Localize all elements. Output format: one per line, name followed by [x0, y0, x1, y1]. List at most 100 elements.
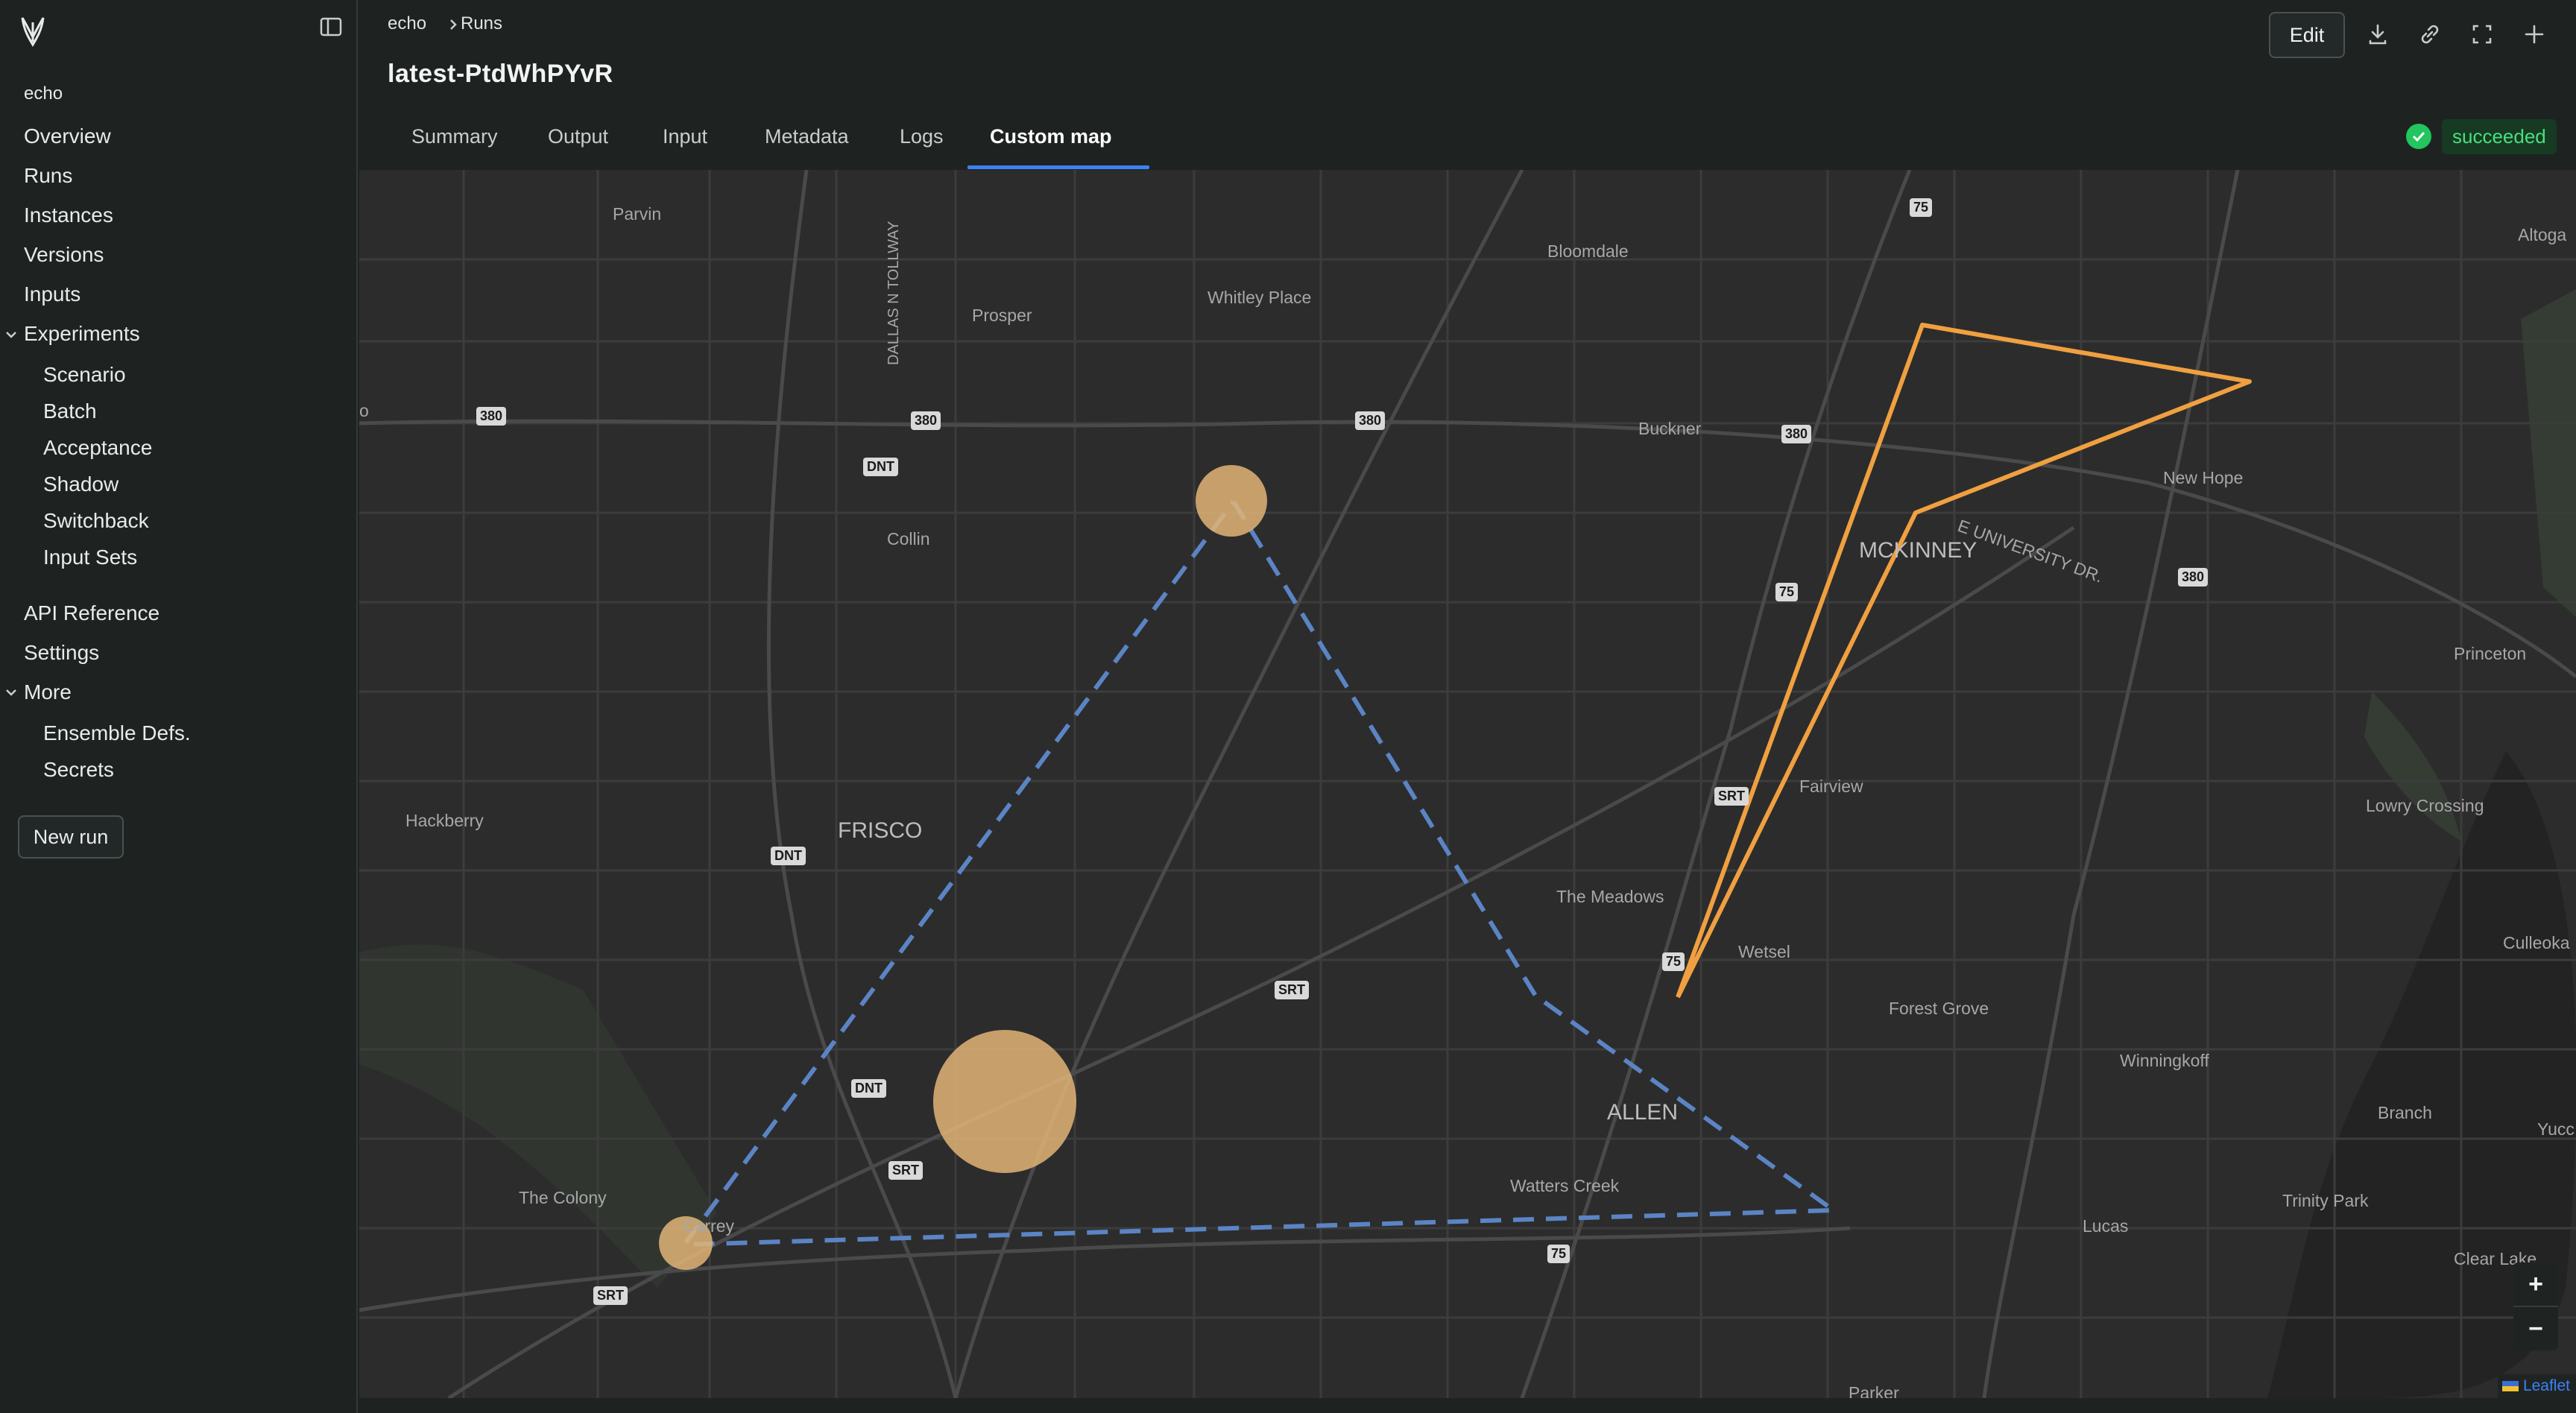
park-area: [2521, 289, 2576, 617]
place-label: The Meadows: [1556, 887, 1664, 906]
street-label: DALLAS N TOLLWAY: [886, 221, 902, 365]
tab-logs[interactable]: Logs: [900, 125, 944, 148]
place-label: Branch: [2378, 1103, 2432, 1122]
highway-shield: SRT: [593, 1286, 628, 1305]
nav-more[interactable]: More: [24, 680, 72, 704]
place-label: Buckner: [1638, 419, 1702, 438]
tab-output[interactable]: Output: [548, 125, 608, 148]
leaflet-link[interactable]: Leaflet: [2523, 1377, 2570, 1395]
place-label: Altoga: [2518, 225, 2567, 244]
highway-shield: 75: [1662, 952, 1685, 971]
zoom-out-button[interactable]: −: [2513, 1307, 2558, 1350]
stop-marker[interactable]: [933, 1030, 1076, 1173]
nav-ensemble-defs[interactable]: Ensemble Defs.: [43, 721, 191, 745]
place-label: Lucas: [2083, 1216, 2129, 1236]
city-label: MCKINNEY: [1859, 538, 1977, 563]
place-label: Parvin: [613, 204, 662, 224]
highway-shield: 75: [1775, 583, 1799, 601]
place-label: New Hope: [2163, 468, 2244, 487]
download-icon[interactable]: [2364, 21, 2391, 48]
highway-shield: 380: [1355, 411, 1386, 430]
chevron-down-icon[interactable]: [4, 686, 18, 699]
city-label: FRISCO: [838, 818, 923, 843]
highway-shield: DNT: [851, 1079, 886, 1098]
tab-metadata[interactable]: Metadata: [765, 125, 849, 148]
new-run-button[interactable]: New run: [18, 815, 124, 859]
place-label: o: [359, 401, 369, 420]
place-label: Trinity Park: [2282, 1191, 2369, 1210]
route-orange[interactable]: [1676, 323, 2252, 999]
sidebar: echo Overview Runs Instances Versions In…: [0, 0, 358, 1413]
link-icon[interactable]: [2416, 21, 2443, 48]
highway-shield: DNT: [771, 847, 806, 865]
highway-shield: 75: [1547, 1245, 1570, 1263]
nav-versions[interactable]: Versions: [24, 243, 104, 267]
chevron-down-icon[interactable]: [4, 328, 18, 341]
highway-shield: 380: [911, 411, 941, 430]
place-label: Princeton: [2454, 644, 2527, 663]
place-label: Winningkoff: [2120, 1051, 2209, 1070]
tab-summary[interactable]: Summary: [411, 125, 498, 148]
nav-experiments[interactable]: Experiments: [24, 322, 140, 346]
app-logo-icon[interactable]: [18, 15, 48, 48]
nav-overview[interactable]: Overview: [24, 124, 111, 148]
zoom-control: + −: [2513, 1262, 2558, 1350]
chevron-right-icon: [450, 19, 457, 30]
custom-map[interactable]: Parvin Prosper Whitley Place Bloomdale A…: [359, 170, 2576, 1398]
tab-custom-map[interactable]: Custom map: [990, 125, 1112, 148]
nav-acceptance[interactable]: Acceptance: [43, 436, 152, 460]
bottom-bar: [358, 1398, 2576, 1413]
project-name: echo: [24, 83, 63, 104]
nav-api-reference[interactable]: API Reference: [24, 601, 160, 625]
nav-switchback[interactable]: Switchback: [43, 509, 149, 533]
place-label: Collin: [887, 529, 930, 549]
nav-inputs[interactable]: Inputs: [24, 282, 80, 306]
park-area: [2364, 692, 2461, 841]
ukraine-flag-icon: [2501, 1381, 2519, 1391]
collapse-sidebar-icon[interactable]: [319, 16, 343, 37]
nav-scenario[interactable]: Scenario: [43, 363, 126, 387]
breadcrumb-runs[interactable]: Runs: [461, 13, 502, 34]
highway-shield: 380: [1781, 425, 1812, 443]
fullscreen-icon[interactable]: [2469, 21, 2496, 48]
highway-shield: 380: [476, 407, 507, 426]
place-label: Wetsel: [1738, 942, 1790, 961]
place-label: Watters Creek: [1510, 1176, 1620, 1195]
run-status: succeeded: [2406, 118, 2566, 155]
nav-batch[interactable]: Batch: [43, 399, 97, 423]
nav-shadow[interactable]: Shadow: [43, 472, 119, 496]
nav-secrets[interactable]: Secrets: [43, 758, 114, 782]
map-tiles: [359, 170, 2576, 1398]
highway-shield: 380: [2178, 568, 2209, 587]
place-label: Forest Grove: [1889, 999, 1989, 1018]
zoom-in-button[interactable]: +: [2513, 1262, 2558, 1306]
page-title: latest-PtdWhPYvR: [388, 60, 613, 88]
plus-icon[interactable]: [2521, 21, 2548, 48]
stop-marker[interactable]: [1196, 465, 1267, 537]
place-label: Culleoka: [2503, 933, 2570, 952]
nav-runs[interactable]: Runs: [24, 164, 72, 188]
nav-input-sets[interactable]: Input Sets: [43, 546, 137, 569]
active-tab-indicator: [967, 165, 1149, 169]
place-label: Carrey: [683, 1216, 735, 1236]
map-attribution: Leaflet: [2497, 1374, 2576, 1398]
place-label: Yucc: [2537, 1119, 2575, 1139]
edit-button[interactable]: Edit: [2269, 12, 2345, 58]
check-circle-icon: [2406, 124, 2431, 149]
place-label: Fairview: [1799, 777, 1863, 796]
tab-input[interactable]: Input: [663, 125, 707, 148]
status-badge: succeeded: [2442, 118, 2557, 154]
place-label: Hackberry: [405, 811, 484, 830]
nav-settings[interactable]: Settings: [24, 641, 99, 665]
highway-shield: SRT: [1714, 787, 1749, 806]
place-label: The Colony: [519, 1188, 607, 1207]
place-label: Bloomdale: [1547, 241, 1629, 261]
place-label: Prosper: [972, 306, 1032, 325]
highway-shield: SRT: [888, 1161, 923, 1180]
nav-instances[interactable]: Instances: [24, 203, 113, 227]
place-label: Parker: [1849, 1383, 1899, 1398]
highway-shield: SRT: [1275, 981, 1309, 999]
page-header: echo Runs latest-PtdWhPYvR Summary Outpu…: [358, 0, 2576, 170]
place-label: Whitley Place: [1208, 288, 1312, 307]
breadcrumb-project[interactable]: echo: [388, 13, 426, 34]
